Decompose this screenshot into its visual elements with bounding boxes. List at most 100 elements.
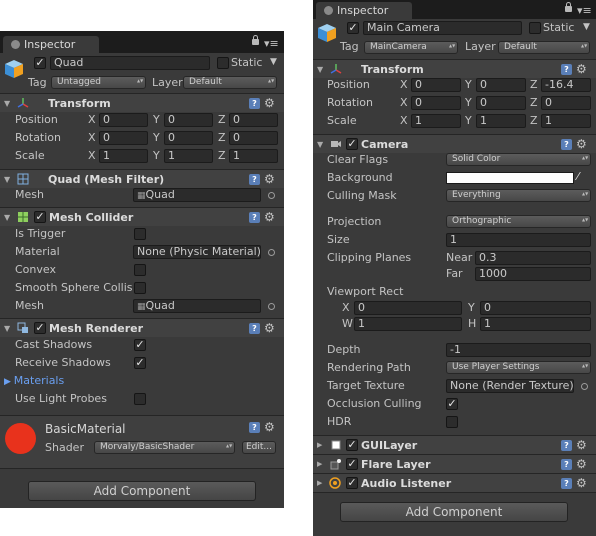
mesh-filter-header[interactable]: ▼ Quad (Mesh Filter) ? ⚙ xyxy=(0,169,284,188)
transform-header[interactable]: ▼ Transform ? ⚙ xyxy=(313,59,596,78)
expand-arrow-icon[interactable]: ▶ xyxy=(317,479,322,487)
tag-dropdown[interactable]: MainCamera xyxy=(364,41,458,54)
viewport-x-field[interactable]: 0 xyxy=(354,301,462,315)
object-picker-icon[interactable] xyxy=(268,303,275,310)
gear-icon[interactable]: ⚙ xyxy=(576,477,587,489)
static-dropdown-icon[interactable]: ▼ xyxy=(270,55,277,69)
rotation-y-field[interactable]: 0 xyxy=(164,131,213,145)
static-checkbox[interactable] xyxy=(217,57,229,69)
scale-y-field[interactable]: 1 xyxy=(164,149,213,163)
edit-shader-button[interactable]: Edit... xyxy=(242,441,276,454)
expand-arrow-icon[interactable]: ▶ xyxy=(317,460,322,468)
gear-icon[interactable]: ⚙ xyxy=(264,97,275,109)
scale-x-field[interactable]: 1 xyxy=(99,149,148,163)
object-picker-icon[interactable] xyxy=(268,249,275,256)
object-name-field[interactable]: Main Camera xyxy=(363,21,522,35)
flare-layer-enabled-checkbox[interactable]: ✓ xyxy=(346,458,358,470)
rotation-x-field[interactable]: 0 xyxy=(99,131,148,145)
position-x-field[interactable]: 0 xyxy=(99,113,148,127)
physic-material-field[interactable]: None (Physic Material) xyxy=(133,245,261,259)
gui-layer-enabled-checkbox[interactable]: ✓ xyxy=(346,439,358,451)
rotation-y-field[interactable]: 0 xyxy=(476,96,526,110)
gear-icon[interactable]: ⚙ xyxy=(264,173,275,185)
collapse-arrow-icon[interactable]: ▼ xyxy=(4,175,10,184)
active-checkbox[interactable]: ✓ xyxy=(34,57,46,69)
scale-z-field[interactable]: 1 xyxy=(229,149,278,163)
mesh-renderer-header[interactable]: ▼ ✓ Mesh Renderer ? ⚙ xyxy=(0,318,284,337)
position-z-field[interactable]: 0 xyxy=(229,113,278,127)
transform-header[interactable]: ▼ Transform ? ⚙ xyxy=(0,93,284,112)
add-component-button[interactable]: Add Component xyxy=(28,481,256,501)
gear-icon[interactable]: ⚙ xyxy=(576,458,587,470)
help-icon[interactable]: ? xyxy=(249,98,260,109)
panel-menu-icon[interactable]: ▾≡ xyxy=(577,4,592,17)
help-icon[interactable]: ? xyxy=(561,459,572,470)
help-icon[interactable]: ? xyxy=(249,323,260,334)
inspector-tab[interactable]: Inspector xyxy=(316,2,412,19)
flare-layer-header[interactable]: ▶ ✓ Flare Layer ? ⚙ xyxy=(313,454,596,473)
use-light-probes-checkbox[interactable] xyxy=(134,393,146,405)
collapse-arrow-icon[interactable]: ▼ xyxy=(317,65,323,74)
mesh-collider-header[interactable]: ▼ ✓ Mesh Collider ? ⚙ xyxy=(0,207,284,226)
background-color-swatch[interactable] xyxy=(446,172,574,184)
static-checkbox[interactable] xyxy=(529,22,541,34)
clear-flags-dropdown[interactable]: Solid Color xyxy=(446,153,591,166)
convex-checkbox[interactable] xyxy=(134,264,146,276)
lock-icon[interactable] xyxy=(565,2,572,12)
rotation-z-field[interactable]: 0 xyxy=(229,131,278,145)
gear-icon[interactable]: ⚙ xyxy=(264,322,275,334)
audio-listener-enabled-checkbox[interactable]: ✓ xyxy=(346,477,358,489)
scale-x-field[interactable]: 1 xyxy=(411,114,461,128)
layer-dropdown[interactable]: Default xyxy=(183,76,277,89)
depth-field[interactable]: -1 xyxy=(446,343,591,357)
mesh-field[interactable]: ▦Quad xyxy=(133,188,261,202)
help-icon[interactable]: ? xyxy=(561,139,572,150)
eyedropper-icon[interactable]: ⁄ xyxy=(577,170,579,184)
gear-icon[interactable]: ⚙ xyxy=(576,439,587,451)
active-checkbox[interactable]: ✓ xyxy=(347,22,359,34)
help-icon[interactable]: ? xyxy=(561,64,572,75)
collapse-arrow-icon[interactable]: ▼ xyxy=(317,140,323,149)
shader-dropdown[interactable]: Morvaly/BasicShader xyxy=(94,441,235,454)
position-y-field[interactable]: 0 xyxy=(164,113,213,127)
occlusion-culling-checkbox[interactable]: ✓ xyxy=(446,398,458,410)
inspector-tab[interactable]: Inspector xyxy=(3,36,99,53)
gear-icon[interactable]: ⚙ xyxy=(576,138,587,150)
lock-icon[interactable] xyxy=(252,35,259,45)
smooth-sphere-collisions-checkbox[interactable] xyxy=(134,282,146,294)
collapse-arrow-icon[interactable]: ▼ xyxy=(4,324,10,333)
add-component-button[interactable]: Add Component xyxy=(340,502,568,522)
collapse-arrow-icon[interactable]: ▼ xyxy=(4,99,10,108)
position-y-field[interactable]: 0 xyxy=(476,78,526,92)
hdr-checkbox[interactable] xyxy=(446,416,458,428)
tag-dropdown[interactable]: Untagged xyxy=(51,76,146,89)
mesh-collider-enabled-checkbox[interactable]: ✓ xyxy=(34,211,46,223)
scale-z-field[interactable]: 1 xyxy=(541,114,591,128)
object-picker-icon[interactable] xyxy=(581,383,588,390)
position-x-field[interactable]: 0 xyxy=(411,78,461,92)
viewport-w-field[interactable]: 1 xyxy=(354,317,462,331)
help-icon[interactable]: ? xyxy=(249,212,260,223)
projection-dropdown[interactable]: Orthographic xyxy=(446,215,591,228)
mesh-renderer-enabled-checkbox[interactable]: ✓ xyxy=(34,322,46,334)
panel-menu-icon[interactable]: ▾≡ xyxy=(264,37,279,50)
gui-layer-header[interactable]: ▶ ✓ GUILayer ? ⚙ xyxy=(313,435,596,454)
collider-mesh-field[interactable]: ▦Quad xyxy=(133,299,261,313)
object-name-field[interactable]: Quad xyxy=(50,56,210,70)
near-field[interactable]: 0.3 xyxy=(475,251,591,265)
object-picker-icon[interactable] xyxy=(268,192,275,199)
rotation-x-field[interactable]: 0 xyxy=(411,96,461,110)
size-field[interactable]: 1 xyxy=(446,233,591,247)
materials-foldout[interactable]: ▶ Materials xyxy=(4,374,64,389)
collapse-arrow-icon[interactable]: ▼ xyxy=(4,213,10,222)
camera-enabled-checkbox[interactable]: ✓ xyxy=(346,138,358,150)
cast-shadows-checkbox[interactable]: ✓ xyxy=(134,339,146,351)
camera-header[interactable]: ▼ ✓ Camera ? ⚙ xyxy=(313,134,596,153)
scale-y-field[interactable]: 1 xyxy=(476,114,526,128)
far-field[interactable]: 1000 xyxy=(475,267,591,281)
help-icon[interactable]: ? xyxy=(561,478,572,489)
gear-icon[interactable]: ⚙ xyxy=(576,63,587,75)
static-dropdown-icon[interactable]: ▼ xyxy=(583,20,590,34)
target-texture-field[interactable]: None (Render Texture) xyxy=(446,379,574,393)
is-trigger-checkbox[interactable] xyxy=(134,228,146,240)
